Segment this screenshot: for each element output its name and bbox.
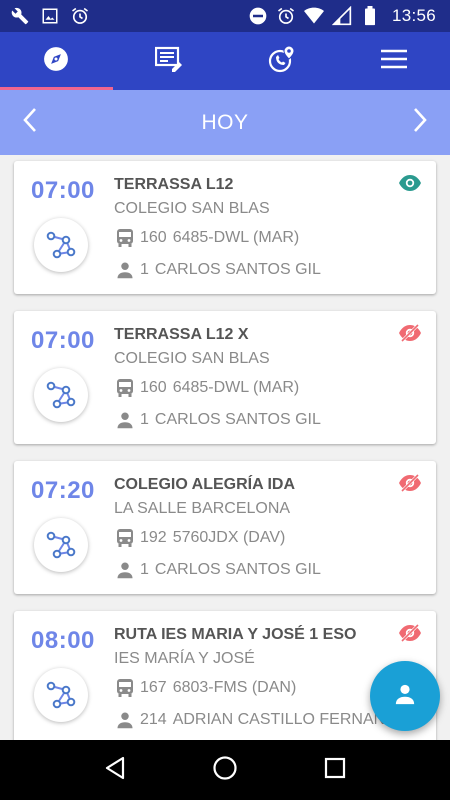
- chevron-right-icon: [413, 107, 427, 138]
- clock-time: 13:56: [391, 6, 436, 25]
- hamburger-icon: [380, 49, 407, 74]
- driver-name: CARLOS SANTOS GIL: [154, 411, 321, 428]
- recents-square-icon: [324, 757, 346, 784]
- passenger-count: 1: [140, 561, 149, 578]
- eye-off-icon[interactable]: [398, 473, 422, 493]
- route-title: COLEGIO ALEGRÍA IDA: [114, 476, 296, 493]
- bus-icon: [116, 378, 136, 398]
- chevron-left-icon: [23, 107, 37, 138]
- route-driver: 1 CARLOS SANTOS GIL: [116, 410, 321, 430]
- home-button[interactable]: [195, 740, 255, 800]
- bus-plate: 6485-DWL (MAR): [172, 379, 300, 396]
- alarm-icon: [276, 6, 296, 26]
- message-edit-icon: [154, 46, 183, 77]
- route-vehicle: 160 6485-DWL (MAR): [116, 228, 299, 248]
- compass-icon: [43, 46, 69, 77]
- route-title: TERRASSA L12 X: [114, 326, 249, 343]
- tab-messages[interactable]: [113, 32, 226, 90]
- do-not-disturb-icon: [248, 6, 268, 26]
- main-tab-bar: [0, 32, 450, 90]
- route-vehicle: 160 6485-DWL (MAR): [116, 378, 299, 398]
- person-icon: [116, 410, 136, 430]
- route-vehicle: 167 6803-FMS (DAN): [116, 678, 296, 698]
- route-vehicle: 192 5760JDX (DAV): [116, 528, 285, 548]
- image-icon: [40, 6, 60, 26]
- bus-icon: [116, 528, 136, 548]
- alarm-icon: [70, 6, 90, 26]
- bus-number: 160: [140, 229, 167, 246]
- next-day-button[interactable]: [390, 90, 450, 155]
- route-school: LA SALLE BARCELONA: [114, 500, 291, 517]
- route-graph-icon: [34, 668, 88, 722]
- person-icon: [394, 683, 416, 710]
- tab-calls[interactable]: [225, 32, 338, 90]
- tab-menu[interactable]: [338, 32, 450, 90]
- route-school: COLEGIO SAN BLAS: [114, 200, 270, 217]
- bus-number: 160: [140, 379, 167, 396]
- signal-icon: [331, 6, 352, 26]
- driver-fab-button[interactable]: [370, 661, 440, 731]
- tab-explore[interactable]: [0, 32, 113, 90]
- route-card[interactable]: 07:00 TERRASSA L12 COLEGIO SAN BLAS 160 6485…: [14, 161, 436, 294]
- previous-day-button[interactable]: [0, 90, 60, 155]
- bus-plate: 5760JDX (DAV): [172, 529, 286, 546]
- bus-number: 192: [140, 529, 167, 546]
- route-school: IES MARÍA Y JOSÉ: [114, 650, 255, 667]
- passenger-count: 214: [140, 711, 167, 728]
- route-list[interactable]: 07:00 TERRASSA L12 COLEGIO SAN BLAS 160 6485…: [0, 155, 450, 740]
- eye-off-icon[interactable]: [398, 623, 422, 643]
- bus-icon: [116, 678, 136, 698]
- eye-icon[interactable]: [398, 173, 422, 193]
- passenger-count: 1: [140, 411, 149, 428]
- person-icon: [116, 560, 136, 580]
- route-title: RUTA IES MARIA Y JOSÉ 1 ESO: [114, 626, 357, 643]
- eye-off-icon[interactable]: [398, 323, 422, 343]
- system-navigation-bar: [0, 740, 450, 800]
- route-driver: 1 CARLOS SANTOS GIL: [116, 260, 321, 280]
- route-card[interactable]: 07:00 TERRASSA L12 X COLEGIO SAN BLAS 160 64…: [14, 311, 436, 444]
- route-driver: 214 ADRIAN CASTILLO FERNAN: [116, 710, 385, 730]
- bus-icon: [116, 228, 136, 248]
- passenger-count: 1: [140, 261, 149, 278]
- status-bar: 13:56: [0, 0, 450, 32]
- driver-name: CARLOS SANTOS GIL: [154, 261, 321, 278]
- driver-name: CARLOS SANTOS GIL: [154, 561, 321, 578]
- wrench-icon: [10, 6, 30, 26]
- person-icon: [116, 260, 136, 280]
- recents-button[interactable]: [305, 740, 365, 800]
- route-graph-icon: [34, 218, 88, 272]
- bus-plate: 6803-FMS (DAN): [172, 679, 297, 696]
- route-time: 07:00: [31, 177, 95, 204]
- route-card[interactable]: 08:00 RUTA IES MARIA Y JOSÉ 1 ESO IES MARÍ…: [14, 611, 436, 740]
- route-graph-icon: [34, 368, 88, 422]
- route-time: 07:20: [31, 477, 95, 504]
- driver-name: ADRIAN CASTILLO FERNAN: [172, 711, 386, 728]
- home-circle-icon: [212, 755, 238, 786]
- route-time: 08:00: [31, 627, 95, 654]
- route-time: 07:00: [31, 327, 95, 354]
- wifi-icon: [303, 6, 324, 26]
- bus-plate: 6485-DWL (MAR): [172, 229, 300, 246]
- phone-location-icon: [267, 44, 295, 78]
- route-card[interactable]: 07:20 COLEGIO ALEGRÍA IDA LA SALLE BARCELO…: [14, 461, 436, 594]
- route-school: COLEGIO SAN BLAS: [114, 350, 270, 367]
- person-icon: [116, 710, 136, 730]
- date-navigation-bar: HOY: [0, 90, 450, 155]
- route-title: TERRASSA L12: [114, 176, 234, 193]
- back-triangle-icon: [104, 756, 126, 785]
- back-button[interactable]: [85, 740, 145, 800]
- route-graph-icon: [34, 518, 88, 572]
- battery-icon: [360, 6, 380, 26]
- bus-number: 167: [140, 679, 167, 696]
- date-title: HOY: [201, 110, 249, 134]
- route-driver: 1 CARLOS SANTOS GIL: [116, 560, 321, 580]
